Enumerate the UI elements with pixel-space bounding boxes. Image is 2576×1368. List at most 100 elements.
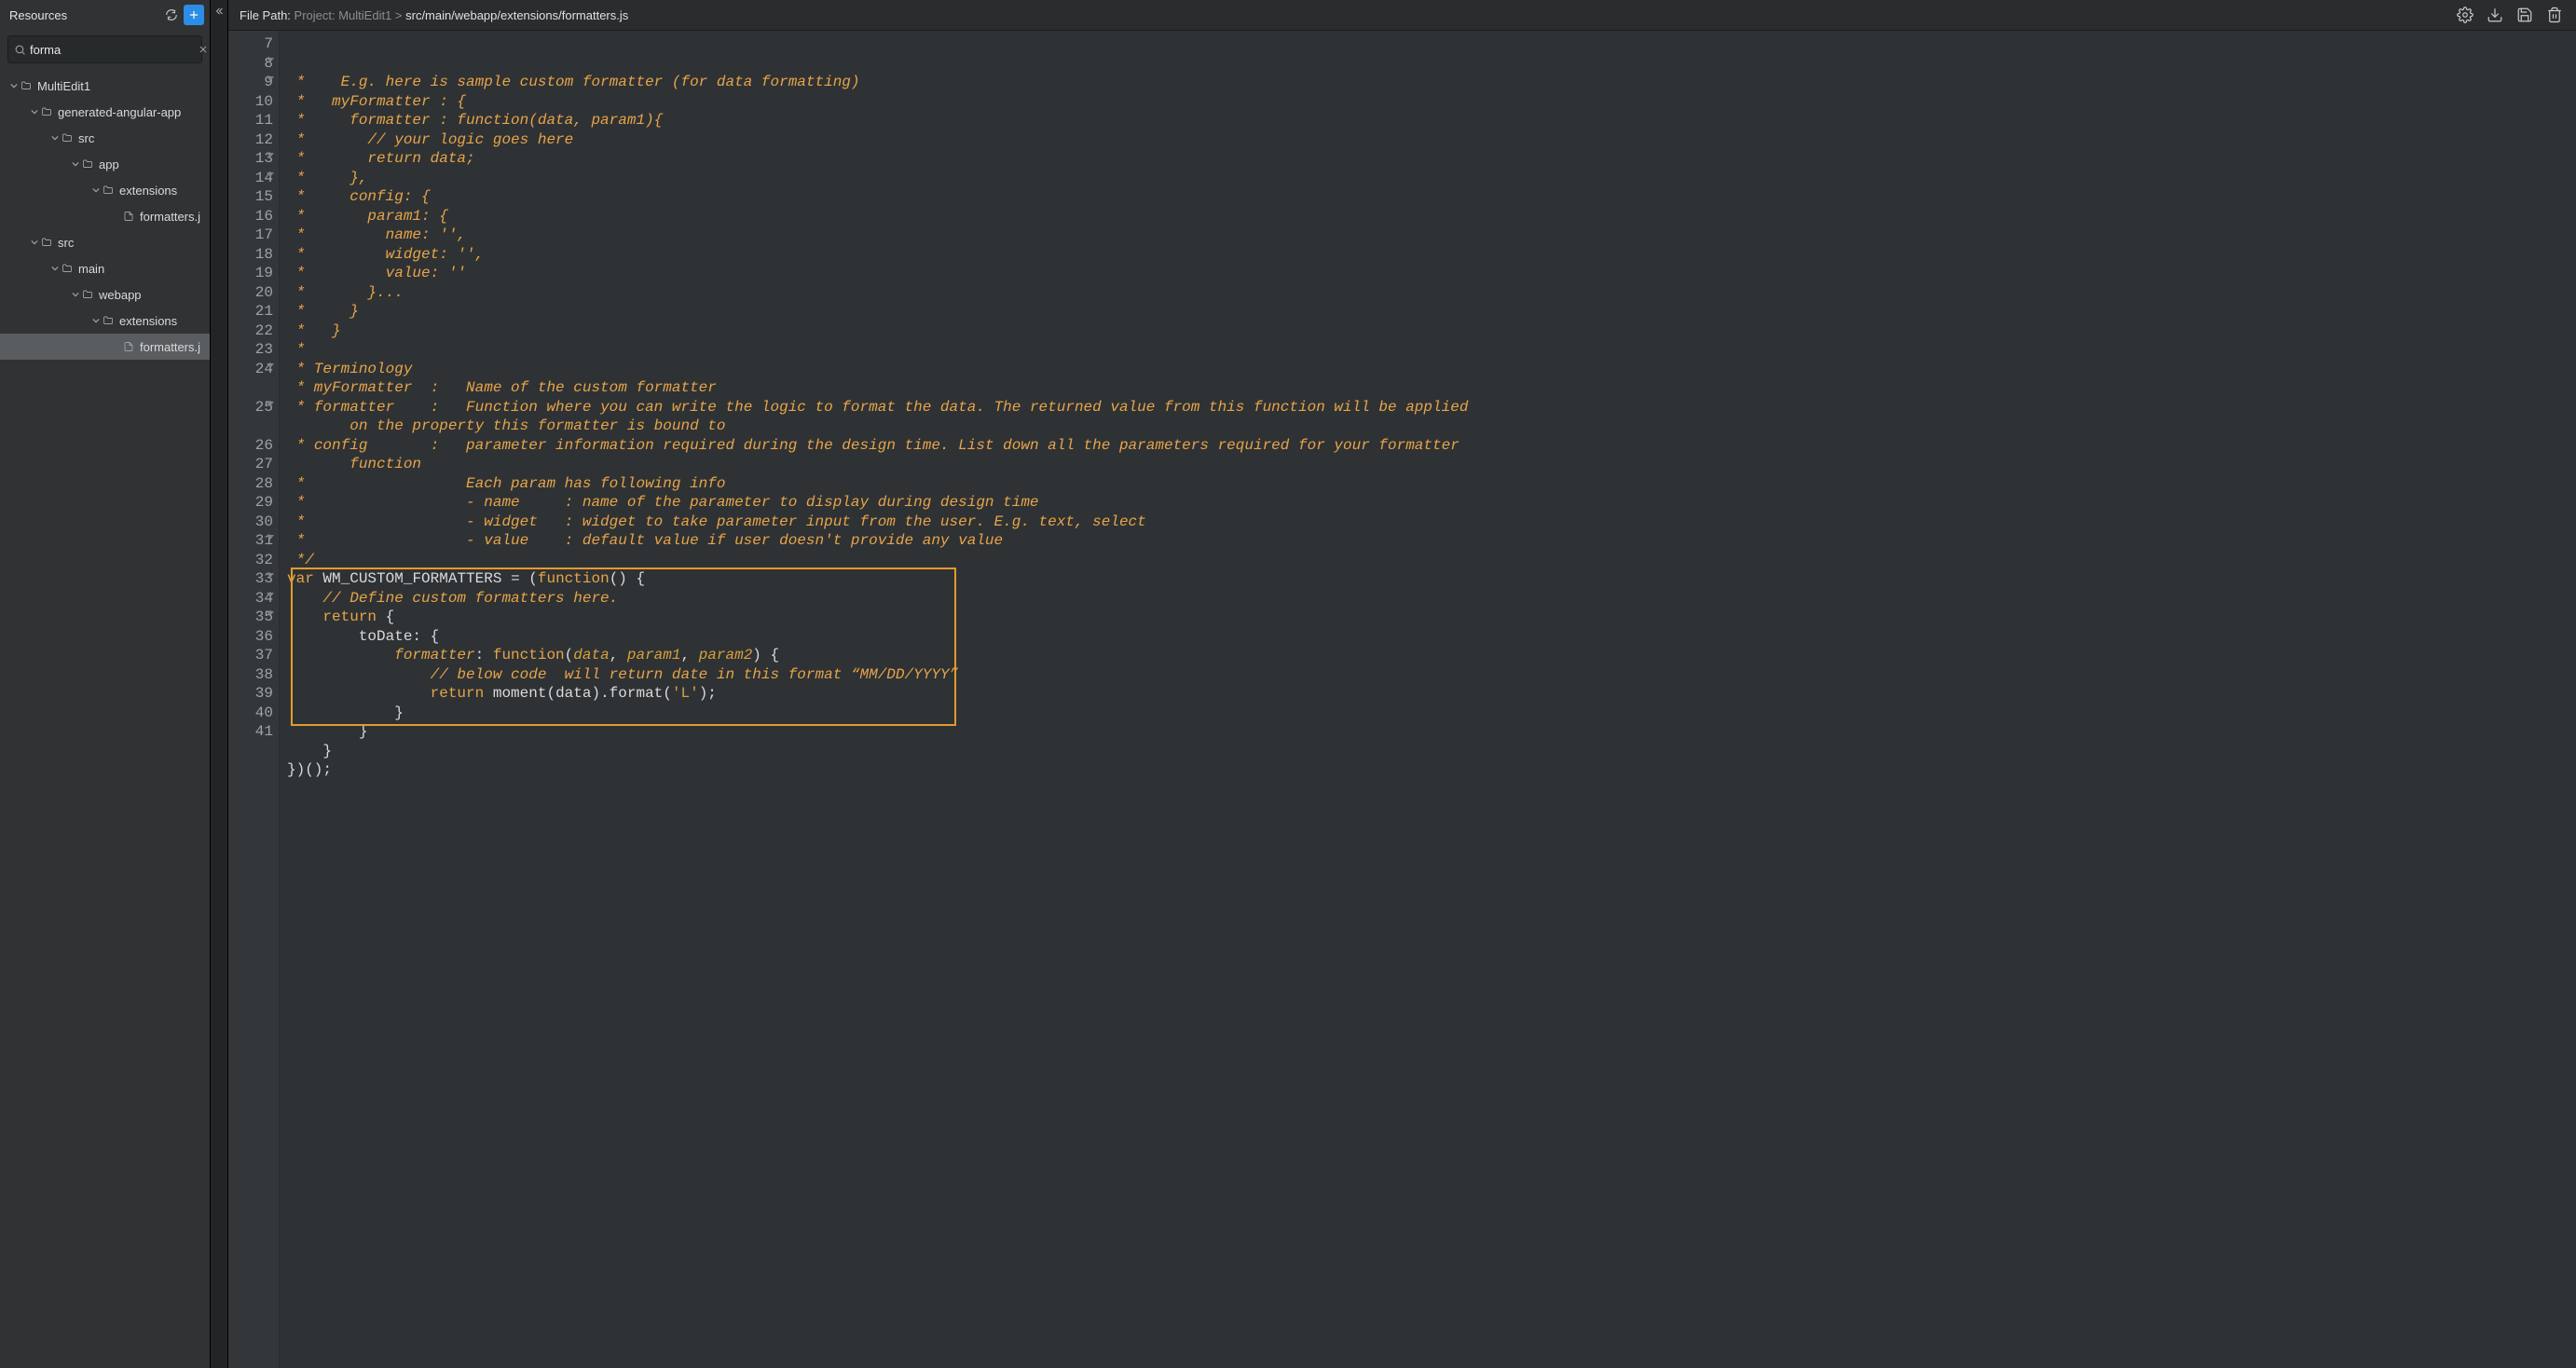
code-line[interactable]: * return data; bbox=[287, 149, 2576, 169]
line-number[interactable]: 15 bbox=[228, 187, 273, 207]
line-number[interactable]: 20 bbox=[228, 283, 273, 303]
breadcrumb[interactable]: File Path: Project: MultiEdit1 > src/mai… bbox=[240, 8, 628, 22]
delete-icon[interactable] bbox=[2542, 3, 2567, 27]
code-line[interactable]: * Each param has following info bbox=[287, 474, 2576, 494]
tree-folder[interactable]: extensions bbox=[0, 177, 210, 203]
code-line[interactable]: } bbox=[287, 704, 2576, 723]
code-line[interactable]: * value: '' bbox=[287, 264, 2576, 283]
code-line[interactable]: * // your logic goes here bbox=[287, 130, 2576, 150]
code-line[interactable]: formatter: function(data, param1, param2… bbox=[287, 646, 2576, 665]
line-number[interactable]: 13 bbox=[228, 149, 273, 169]
caret-icon[interactable] bbox=[71, 291, 80, 298]
code-line[interactable]: toDate: { bbox=[287, 627, 2576, 647]
code-line[interactable]: })(); bbox=[287, 760, 2576, 780]
line-number[interactable]: 10 bbox=[228, 92, 273, 112]
tree-folder[interactable]: extensions bbox=[0, 308, 210, 334]
line-number[interactable]: 29 bbox=[228, 493, 273, 513]
caret-icon[interactable] bbox=[9, 82, 19, 89]
line-number[interactable]: 27 bbox=[228, 455, 273, 474]
search-box[interactable] bbox=[7, 35, 202, 63]
caret-icon[interactable] bbox=[91, 186, 101, 194]
code-line[interactable]: * - widget : widget to take parameter in… bbox=[287, 513, 2576, 532]
line-number[interactable]: 32 bbox=[228, 551, 273, 570]
code-line[interactable]: * formatter : Function where you can wri… bbox=[287, 398, 2576, 436]
line-number[interactable]: 26 bbox=[228, 436, 273, 456]
line-number[interactable]: 35 bbox=[228, 608, 273, 627]
line-number[interactable]: 9 bbox=[228, 73, 273, 92]
code-line[interactable]: * } bbox=[287, 321, 2576, 341]
code-line[interactable]: return moment(data).format('L'); bbox=[287, 684, 2576, 704]
tree-folder[interactable]: src bbox=[0, 229, 210, 255]
search-input[interactable] bbox=[26, 43, 198, 57]
line-number[interactable]: 8 bbox=[228, 54, 273, 74]
code-line[interactable]: * formatter : function(data, param1){ bbox=[287, 111, 2576, 130]
code-line[interactable]: } bbox=[287, 742, 2576, 761]
tree-file[interactable]: formatters.j bbox=[0, 334, 210, 360]
line-number-gutter[interactable]: 7891011121314151617181920212223242526272… bbox=[228, 31, 280, 1368]
code-line[interactable]: * - value : default value if user doesn'… bbox=[287, 531, 2576, 551]
line-number[interactable]: 37 bbox=[228, 646, 273, 665]
code-area[interactable]: * E.g. here is sample custom formatter (… bbox=[280, 31, 2576, 1368]
settings-icon[interactable] bbox=[2453, 3, 2477, 27]
clear-search-icon[interactable] bbox=[198, 44, 209, 55]
sidebar-collapse-handle[interactable] bbox=[211, 0, 228, 1368]
code-line[interactable]: // below code will return date in this f… bbox=[287, 665, 2576, 685]
line-number[interactable]: 31 bbox=[228, 531, 273, 551]
code-line[interactable]: * Terminology bbox=[287, 360, 2576, 379]
line-number[interactable]: 41 bbox=[228, 722, 273, 742]
save-icon[interactable] bbox=[2513, 3, 2537, 27]
download-icon[interactable] bbox=[2483, 3, 2507, 27]
line-number[interactable]: 28 bbox=[228, 474, 273, 494]
line-number[interactable]: 23 bbox=[228, 340, 273, 360]
code-line[interactable]: var WM_CUSTOM_FORMATTERS = (function() { bbox=[287, 569, 2576, 589]
file-tree[interactable]: MultiEdit1generated-angular-appsrcappext… bbox=[0, 71, 210, 1368]
line-number[interactable]: 39 bbox=[228, 684, 273, 704]
line-number[interactable]: 30 bbox=[228, 513, 273, 532]
caret-icon[interactable] bbox=[30, 108, 39, 116]
tree-file[interactable]: formatters.j bbox=[0, 203, 210, 229]
tree-folder[interactable]: app bbox=[0, 151, 210, 177]
caret-icon[interactable] bbox=[71, 160, 80, 168]
code-line[interactable]: * param1: { bbox=[287, 207, 2576, 226]
line-number[interactable]: 25 bbox=[228, 398, 273, 436]
caret-icon[interactable] bbox=[91, 317, 101, 324]
editor-body[interactable]: 7891011121314151617181920212223242526272… bbox=[228, 31, 2576, 1368]
line-number[interactable]: 17 bbox=[228, 226, 273, 245]
code-line[interactable]: * widget: '', bbox=[287, 245, 2576, 265]
line-number[interactable]: 21 bbox=[228, 302, 273, 321]
line-number[interactable]: 33 bbox=[228, 569, 273, 589]
code-line[interactable]: * config: { bbox=[287, 187, 2576, 207]
caret-icon[interactable] bbox=[50, 265, 60, 272]
code-line[interactable]: * - name : name of the parameter to disp… bbox=[287, 493, 2576, 513]
caret-icon[interactable] bbox=[30, 239, 39, 246]
line-number[interactable]: 36 bbox=[228, 627, 273, 647]
tree-folder[interactable]: src bbox=[0, 125, 210, 151]
line-number[interactable]: 7 bbox=[228, 34, 273, 54]
line-number[interactable]: 12 bbox=[228, 130, 273, 150]
code-line[interactable]: * }, bbox=[287, 169, 2576, 188]
line-number[interactable]: 16 bbox=[228, 207, 273, 226]
tree-folder[interactable]: webapp bbox=[0, 281, 210, 308]
tree-folder[interactable]: MultiEdit1 bbox=[0, 73, 210, 99]
code-line[interactable]: * bbox=[287, 340, 2576, 360]
refresh-icon[interactable] bbox=[161, 5, 182, 25]
caret-icon[interactable] bbox=[50, 134, 60, 142]
line-number[interactable]: 34 bbox=[228, 589, 273, 609]
code-line[interactable]: * myFormatter : { bbox=[287, 92, 2576, 112]
code-line[interactable]: return { bbox=[287, 608, 2576, 627]
line-number[interactable]: 38 bbox=[228, 665, 273, 685]
code-line[interactable]: * myFormatter : Name of the custom forma… bbox=[287, 378, 2576, 398]
code-line[interactable]: */ bbox=[287, 551, 2576, 570]
line-number[interactable]: 18 bbox=[228, 245, 273, 265]
add-button[interactable] bbox=[184, 5, 204, 25]
line-number[interactable]: 14 bbox=[228, 169, 273, 188]
code-line[interactable]: // Define custom formatters here. bbox=[287, 589, 2576, 609]
line-number[interactable]: 40i bbox=[228, 704, 273, 723]
tree-folder[interactable]: generated-angular-app bbox=[0, 99, 210, 125]
line-number[interactable]: 24 bbox=[228, 360, 273, 398]
line-number[interactable]: 22 bbox=[228, 321, 273, 341]
code-line[interactable]: * } bbox=[287, 302, 2576, 321]
code-line[interactable]: } bbox=[287, 722, 2576, 742]
tree-folder[interactable]: main bbox=[0, 255, 210, 281]
line-number[interactable]: 19 bbox=[228, 264, 273, 283]
